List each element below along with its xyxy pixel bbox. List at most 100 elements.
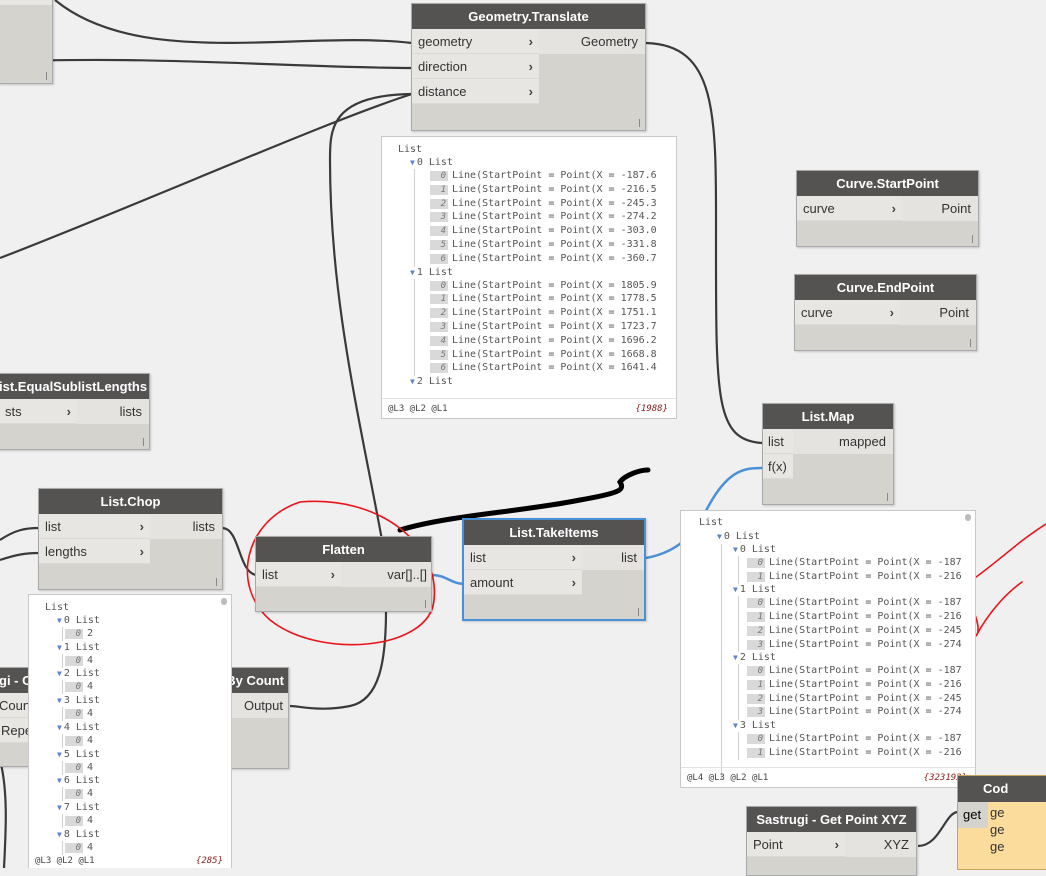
expand-triangle-icon[interactable]: ▼ bbox=[410, 158, 415, 167]
expand-triangle-icon[interactable]: ▼ bbox=[57, 776, 62, 785]
input-port-point[interactable]: Point › bbox=[747, 832, 845, 857]
resize-grip[interactable] bbox=[970, 339, 971, 347]
node-title[interactable]: gi - Co bbox=[0, 668, 29, 693]
preview-footer: @L4 @L3 @L2 @L1 {323192} bbox=[681, 767, 975, 787]
node-title[interactable]: Cod bbox=[958, 776, 1046, 802]
sastrugi-getpoint-node[interactable]: Sastrugi - Get Point XYZ Point › XYZ bbox=[746, 806, 917, 876]
item-index: 0 bbox=[747, 598, 765, 609]
input-port-geometry[interactable]: geometry › bbox=[412, 29, 539, 54]
list-item: 0 Line(StartPoint = Point(X = -187 bbox=[747, 665, 962, 677]
resize-grip[interactable] bbox=[972, 235, 973, 243]
resize-grip[interactable] bbox=[143, 438, 144, 446]
port-label: distance bbox=[418, 84, 467, 99]
list-takeitems-node[interactable]: List.TakeItems list › amount › list bbox=[462, 518, 646, 621]
curve-startpoint-node[interactable]: Curve.StartPoint curve › Point bbox=[796, 170, 979, 247]
node-title[interactable]: Flatten bbox=[256, 537, 431, 562]
expand-triangle-icon[interactable]: ▼ bbox=[57, 830, 62, 839]
list-label: 1 List bbox=[739, 584, 776, 596]
input-port-direction[interactable]: direction › bbox=[412, 54, 539, 79]
code-block-node[interactable]: Cod get ge ge ge bbox=[957, 775, 1046, 870]
annotation-red-check-1 bbox=[967, 523, 1046, 581]
input-port-distance[interactable]: distance › bbox=[412, 79, 539, 104]
expand-triangle-icon[interactable]: ▼ bbox=[57, 803, 62, 812]
node-title[interactable]: Curve.StartPoint bbox=[797, 171, 978, 196]
scrollbar-thumb[interactable] bbox=[221, 598, 227, 605]
output-port-output[interactable]: Output bbox=[225, 693, 288, 718]
resize-grip[interactable] bbox=[216, 578, 217, 586]
output-port-mapped[interactable]: mapped bbox=[793, 429, 893, 454]
item-value: Line(StartPoint = Point(X = 1641.4 bbox=[452, 362, 657, 374]
node-title[interactable]: List.Chop bbox=[39, 489, 222, 514]
preview-bubble-chop[interactable]: List ▼ 0 List 0 2 ▼ 1 List 0 4 ▼ 2 List 0 4 ▼ 3 List 0… bbox=[28, 594, 232, 868]
sastrugi-left-node[interactable]: gi - Co Coun Repe bbox=[0, 667, 32, 767]
resize-grip[interactable] bbox=[425, 600, 426, 608]
input-port-list[interactable]: list bbox=[763, 429, 793, 454]
node-title[interactable]: Sastrugi - Get Point XYZ bbox=[747, 807, 916, 832]
input-port-curve[interactable]: curve › bbox=[795, 300, 900, 325]
node-title[interactable]: Geometry.Translate bbox=[412, 4, 645, 29]
flatten-node[interactable]: Flatten list › var[]..[] bbox=[255, 536, 432, 612]
list-equalsublistlengths-node[interactable]: ist.EqualSublistLengths sts › lists bbox=[0, 373, 150, 450]
output-port-point[interactable]: Point bbox=[900, 300, 976, 325]
node-title[interactable]: List.Map bbox=[763, 404, 893, 429]
item-value: 4 bbox=[87, 654, 94, 666]
output-port-lists[interactable]: lists bbox=[77, 399, 149, 424]
resize-grip[interactable] bbox=[639, 119, 640, 127]
input-port-repeat[interactable]: Repe bbox=[0, 718, 32, 743]
input-port-count[interactable]: Coun bbox=[0, 693, 30, 718]
scrollbar-thumb[interactable] bbox=[965, 514, 971, 521]
wire-chop-to-flatten bbox=[221, 526, 257, 577]
input-port-list[interactable]: list › bbox=[256, 562, 341, 587]
output-port-var[interactable]: var[]..[] bbox=[341, 562, 431, 587]
chevron-right-icon: › bbox=[139, 519, 144, 534]
item-value: 4 bbox=[87, 788, 94, 800]
curve-endpoint-node[interactable]: Curve.EndPoint curve › Point bbox=[794, 274, 977, 351]
resize-grip[interactable] bbox=[46, 72, 47, 80]
expand-triangle-icon[interactable]: ▼ bbox=[410, 377, 415, 386]
node-title[interactable]: List.TakeItems bbox=[464, 520, 644, 545]
tree-guide-line bbox=[738, 556, 739, 585]
expand-triangle-icon[interactable]: ▼ bbox=[733, 545, 738, 554]
node-title[interactable]: ist.EqualSublistLengths bbox=[0, 374, 149, 399]
node-title[interactable]: By Count bbox=[225, 668, 288, 693]
output-port-xyz[interactable]: XYZ bbox=[845, 832, 916, 857]
input-port-list[interactable]: list › bbox=[39, 514, 150, 539]
vector-node[interactable]: vector bbox=[0, 0, 53, 84]
item-value: Line(StartPoint = Point(X = 1668.8 bbox=[452, 348, 657, 360]
expand-triangle-icon[interactable]: ▼ bbox=[733, 585, 738, 594]
resize-grip[interactable] bbox=[887, 493, 888, 501]
expand-triangle-icon[interactable]: ▼ bbox=[57, 616, 62, 625]
expand-triangle-icon[interactable]: ▼ bbox=[57, 643, 62, 652]
expand-triangle-icon[interactable]: ▼ bbox=[410, 268, 415, 277]
list-map-node[interactable]: List.Map list f(x) mapped bbox=[762, 403, 894, 505]
expand-triangle-icon[interactable]: ▼ bbox=[717, 532, 722, 541]
geometry-translate-node[interactable]: Geometry.Translate geometry › direction › … bbox=[411, 3, 646, 131]
expand-triangle-icon[interactable]: ▼ bbox=[57, 669, 62, 678]
output-port-lists[interactable]: lists bbox=[150, 514, 222, 539]
list-chop-node[interactable]: List.Chop list › lengths › lists bbox=[38, 488, 223, 590]
tree-guide-line bbox=[62, 733, 63, 748]
expand-triangle-icon[interactable]: ▼ bbox=[57, 750, 62, 759]
expand-triangle-icon[interactable]: ▼ bbox=[57, 723, 62, 732]
input-port-curve[interactable]: curve › bbox=[797, 196, 902, 221]
list-group-label: ▼ 0 List bbox=[717, 531, 760, 543]
input-port-list[interactable]: list › bbox=[464, 545, 582, 570]
input-port-fx[interactable]: f(x) bbox=[763, 454, 793, 479]
input-port-amount[interactable]: amount › bbox=[464, 570, 582, 595]
input-port-lists[interactable]: sts › bbox=[0, 399, 77, 424]
output-port-geometry[interactable]: Geometry bbox=[539, 29, 645, 54]
output-port-point[interactable]: Point bbox=[902, 196, 978, 221]
expand-triangle-icon[interactable]: ▼ bbox=[57, 696, 62, 705]
expand-triangle-icon[interactable]: ▼ bbox=[733, 653, 738, 662]
node-title[interactable]: Curve.EndPoint bbox=[795, 275, 976, 300]
preview-bubble-takeitems[interactable]: List ▼ 0 List ▼ 0 List 0 Line(StartPoint = Po… bbox=[680, 510, 976, 788]
code-lines[interactable]: ge ge ge bbox=[990, 804, 1004, 855]
resize-grip[interactable] bbox=[638, 608, 639, 616]
by-count-node[interactable]: By Count Output bbox=[224, 667, 289, 769]
input-port-get[interactable]: get bbox=[958, 802, 988, 828]
port-label: curve bbox=[801, 305, 833, 320]
output-port-list[interactable]: list bbox=[582, 545, 644, 570]
preview-bubble-translate[interactable]: List ▼ 0 List 0 Line(StartPoint = Point(X =… bbox=[381, 136, 677, 419]
expand-triangle-icon[interactable]: ▼ bbox=[733, 721, 738, 730]
input-port-lengths[interactable]: lengths › bbox=[39, 539, 150, 564]
